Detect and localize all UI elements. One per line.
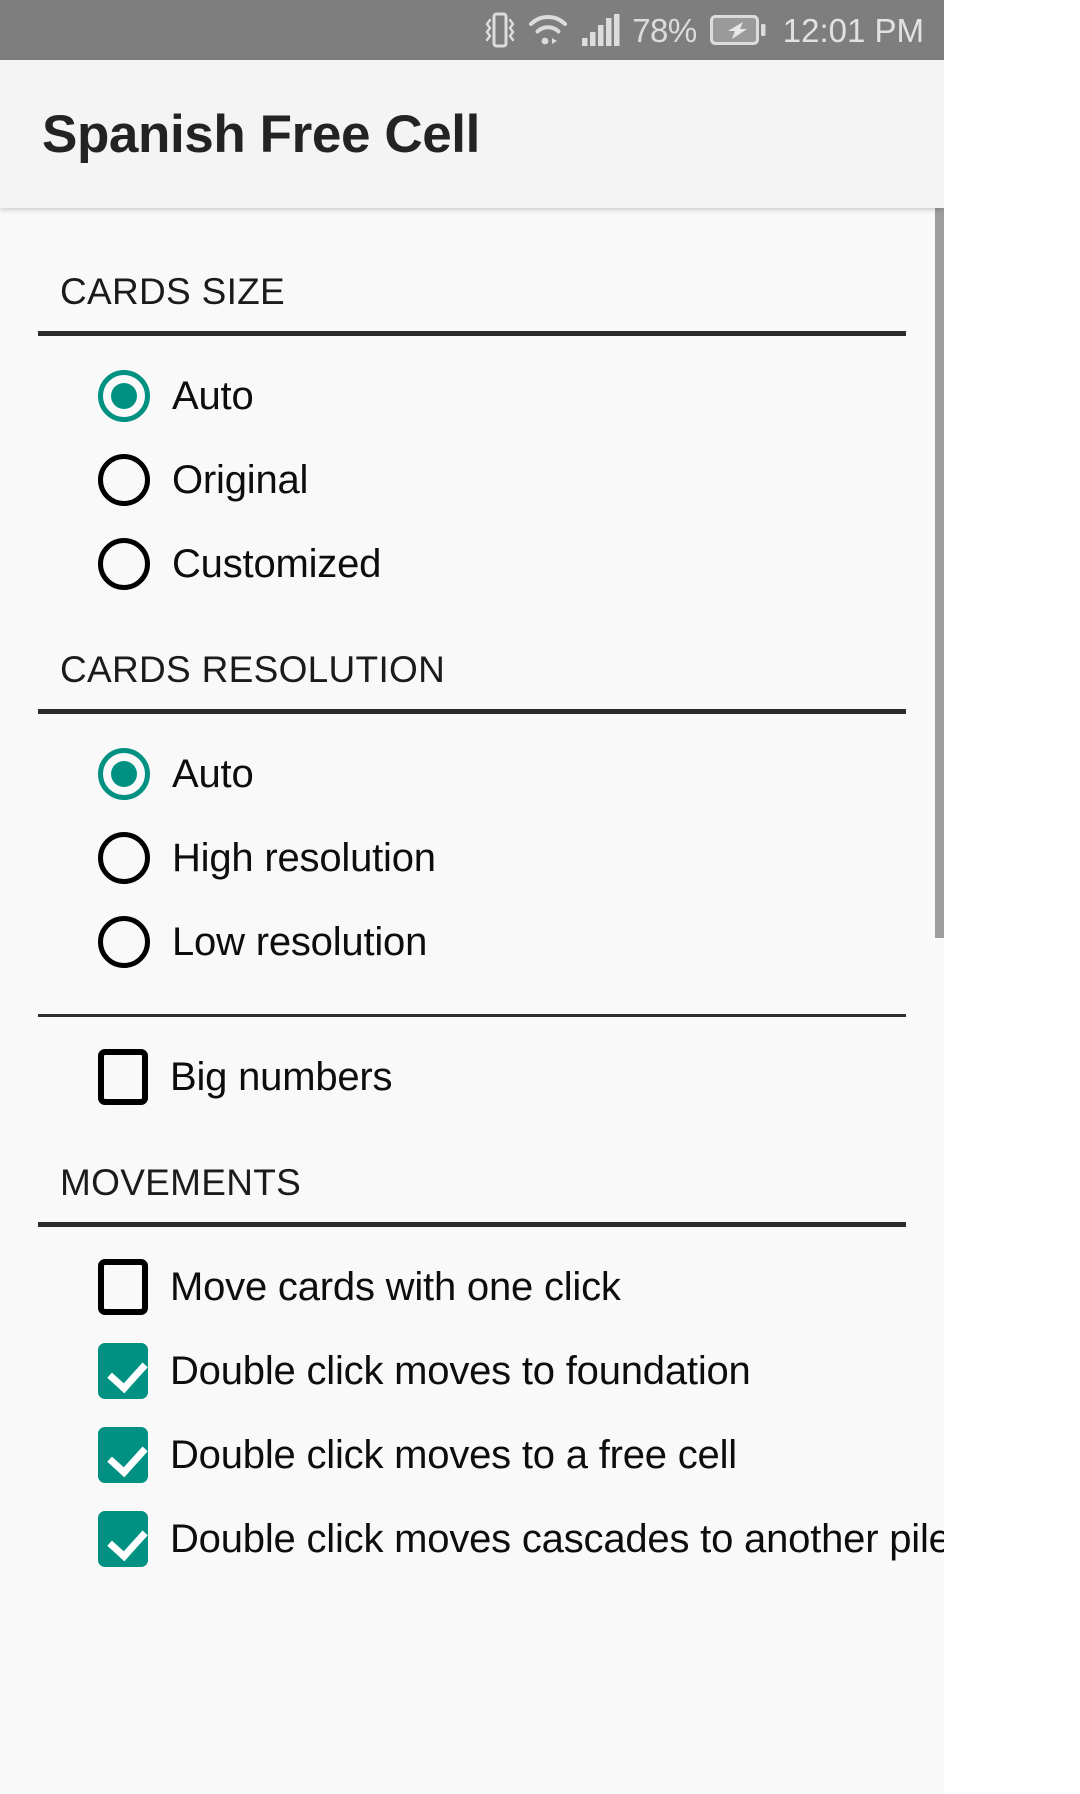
signal-icon — [581, 13, 621, 47]
section-header-movements: MOVEMENTS — [60, 1162, 302, 1203]
option-row-dbl-free-cell[interactable]: Double click moves to a free cell — [0, 1413, 944, 1497]
option-label: Double click moves cascades to another p… — [170, 1516, 944, 1561]
checkbox-move-one-click[interactable] — [98, 1259, 148, 1315]
scrollbar[interactable] — [935, 208, 944, 1794]
option-row-dbl-cascades[interactable]: Double click moves cascades to another p… — [0, 1497, 944, 1581]
status-bar: 78% 12:01 PM — [0, 0, 944, 60]
option-row-cards-size-original[interactable]: Original — [0, 438, 944, 522]
option-row-dbl-foundation[interactable]: Double click moves to foundation — [0, 1329, 944, 1413]
option-label: Double click moves to a free cell — [170, 1432, 737, 1477]
radio-cards-size-customized[interactable] — [98, 538, 150, 590]
radio-resolution-low[interactable] — [98, 916, 150, 968]
radio-resolution-auto[interactable] — [98, 748, 150, 800]
battery-charging-icon — [709, 14, 766, 46]
section-movements: MOVEMENTS Move cards with one click Doub… — [0, 1119, 944, 1581]
status-clock: 12:01 PM — [782, 11, 924, 49]
option-row-cards-size-customized[interactable]: Customized — [0, 522, 944, 606]
page-title: Spanish Free Cell — [42, 104, 480, 164]
option-label: Auto — [172, 373, 254, 418]
wifi-icon — [528, 13, 568, 47]
section-divider — [38, 1222, 906, 1227]
option-label: Customized — [172, 541, 382, 586]
option-row-big-numbers[interactable]: Big numbers — [0, 1035, 944, 1119]
option-row-move-one-click[interactable]: Move cards with one click — [0, 1245, 944, 1329]
option-label: Original — [172, 457, 309, 502]
checkbox-dbl-foundation[interactable] — [98, 1343, 148, 1399]
section-divider — [38, 331, 906, 336]
section-header-cards-size: CARDS SIZE — [60, 271, 286, 312]
scrollbar-thumb[interactable] — [935, 208, 944, 938]
section-cards-resolution: CARDS RESOLUTION Auto High resolution Lo… — [0, 606, 944, 1119]
option-label: Low resolution — [172, 919, 428, 964]
sub-divider — [38, 1014, 906, 1017]
option-row-resolution-high[interactable]: High resolution — [0, 816, 944, 900]
option-label: Move cards with one click — [170, 1264, 621, 1309]
option-label: Double click moves to foundation — [170, 1348, 751, 1393]
app-screen: 78% 12:01 PM Spanish Free Cell CARDS SIZ… — [0, 0, 944, 1794]
checkbox-dbl-cascades[interactable] — [98, 1511, 148, 1567]
section-divider — [38, 709, 906, 714]
checkbox-dbl-free-cell[interactable] — [98, 1427, 148, 1483]
settings-scroll-area[interactable]: CARDS SIZE Auto Original Customized CARD… — [0, 208, 944, 1794]
option-label: Auto — [172, 751, 254, 796]
app-bar: Spanish Free Cell — [0, 60, 944, 208]
option-row-resolution-auto[interactable]: Auto — [0, 732, 944, 816]
radio-cards-size-auto[interactable] — [98, 370, 150, 422]
option-row-cards-size-auto[interactable]: Auto — [0, 354, 944, 438]
section-cards-size: CARDS SIZE Auto Original Customized — [0, 228, 944, 606]
section-header-cards-resolution: CARDS RESOLUTION — [60, 649, 446, 690]
battery-percent-label: 78% — [632, 11, 697, 49]
radio-resolution-high[interactable] — [98, 832, 150, 884]
option-label: High resolution — [172, 835, 436, 880]
option-row-resolution-low[interactable]: Low resolution — [0, 900, 944, 984]
option-label: Big numbers — [170, 1054, 393, 1099]
radio-cards-size-original[interactable] — [98, 454, 150, 506]
vibrate-icon — [485, 11, 515, 49]
checkbox-big-numbers[interactable] — [98, 1049, 148, 1105]
